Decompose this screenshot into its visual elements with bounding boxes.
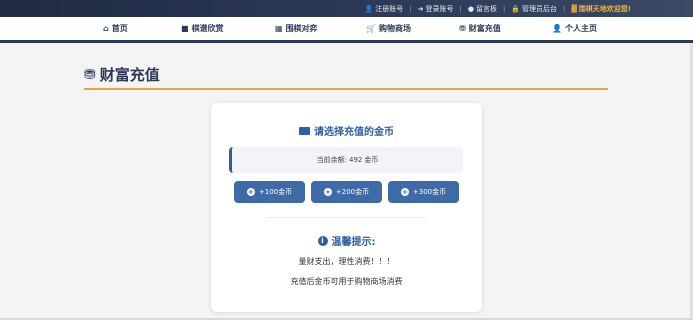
- recharge-200-button[interactable]: + +200金币: [311, 181, 382, 203]
- nav-label: 财富充值: [468, 24, 501, 33]
- nav-item-shop[interactable]: 🛒 购物商场: [366, 23, 411, 34]
- board-icon: ▦: [275, 24, 283, 33]
- nav-label: 个人主页: [564, 24, 597, 33]
- balance-unit: 金币: [364, 156, 379, 164]
- nav-item-classic-games[interactable]: ■ 棋谱欣赏: [181, 23, 224, 34]
- book-icon: ■: [181, 24, 189, 33]
- balance-label: 当前余额:: [316, 156, 347, 164]
- plus-icon: +: [323, 187, 332, 196]
- page-title: ⛃ 财富充值: [84, 64, 160, 85]
- register-link[interactable]: 👤 注册账号: [365, 4, 404, 14]
- coins-icon: ⛃: [84, 66, 96, 83]
- sign-in-icon: ➜: [417, 4, 424, 13]
- page-title-text: 财富充值: [99, 66, 160, 84]
- title-underline: [84, 88, 608, 90]
- chart-icon: ▓: [571, 4, 577, 13]
- info-icon: i: [317, 235, 328, 246]
- nav-item-profile[interactable]: 👤 个人主页: [552, 23, 597, 34]
- login-label: 登录账号: [425, 4, 454, 13]
- button-label: +200金币: [335, 188, 370, 196]
- divider: [266, 217, 426, 218]
- button-label: +300金币: [412, 188, 447, 196]
- admin-link[interactable]: 🔒 管理员后台: [511, 4, 557, 14]
- welcome-label: 围棋天地欢迎您!: [578, 4, 631, 13]
- wallet-icon: [299, 126, 310, 135]
- lock-icon: 🔒: [511, 4, 521, 13]
- plus-icon: +: [246, 187, 255, 196]
- button-label: +100金币: [258, 188, 293, 196]
- message-board-label: 留言板: [475, 4, 497, 13]
- main-nav: ⌂ 首页 ■ 棋谱欣赏 ▦ 围棋对弈 🛒 购物商场 ⛃ 财富充值 👤 个人主页: [0, 17, 693, 43]
- nav-label: 购物商场: [378, 24, 411, 33]
- separator: |: [459, 4, 462, 13]
- nav-item-recharge[interactable]: ⛃ 财富充值: [459, 23, 501, 34]
- recharge-100-button[interactable]: + +100金币: [234, 181, 305, 203]
- cart-icon: 🛒: [366, 24, 376, 33]
- tip-title-text: 温馨提示:: [331, 237, 376, 248]
- nav-label: 首页: [111, 24, 128, 33]
- home-icon: ⌂: [103, 24, 109, 33]
- admin-label: 管理员后台: [522, 4, 558, 13]
- welcome-text: ▓ 围棋天地欢迎您!: [571, 4, 631, 14]
- nav-label: 围棋对弈: [285, 24, 318, 33]
- login-link[interactable]: ➜ 登录账号: [418, 4, 454, 14]
- register-label: 注册账号: [375, 4, 404, 13]
- card-title: 请选择充值的金币: [211, 123, 482, 138]
- tip-line-1: 量财支出，理性消费！！！: [298, 257, 395, 266]
- coins-icon: ⛃: [459, 24, 466, 33]
- separator: |: [502, 4, 506, 13]
- nav-item-go-match[interactable]: ▦ 围棋对弈: [275, 23, 318, 34]
- balance-box: 当前余额: 492 金币: [229, 147, 463, 173]
- tip-title: i 温馨提示:: [211, 233, 482, 248]
- recharge-300-button[interactable]: + +300金币: [388, 181, 459, 203]
- top-utility-bar: 👤 注册账号 | ➜ 登录账号 | ● 留言板 | 🔒 管理员后台 | ▓ 围棋…: [0, 0, 693, 17]
- balance-value: 492: [348, 156, 363, 164]
- recharge-card: 请选择充值的金币 当前余额: 492 金币 + +100金币 + +200金币 …: [211, 103, 482, 312]
- message-board-link[interactable]: ● 留言板: [468, 4, 497, 14]
- comment-icon: ●: [467, 4, 474, 13]
- separator: |: [409, 4, 412, 13]
- user-icon: 👤: [552, 24, 562, 33]
- card-title-text: 请选择充值的金币: [314, 127, 394, 138]
- nav-item-home[interactable]: ⌂ 首页: [103, 23, 128, 34]
- plus-icon: +: [400, 187, 409, 196]
- user-plus-icon: 👤: [364, 4, 374, 13]
- nav-label: 棋谱欣赏: [191, 24, 224, 33]
- tip-line-2: 充值后金币可用于购物商场消费: [290, 277, 403, 286]
- separator: |: [563, 4, 566, 13]
